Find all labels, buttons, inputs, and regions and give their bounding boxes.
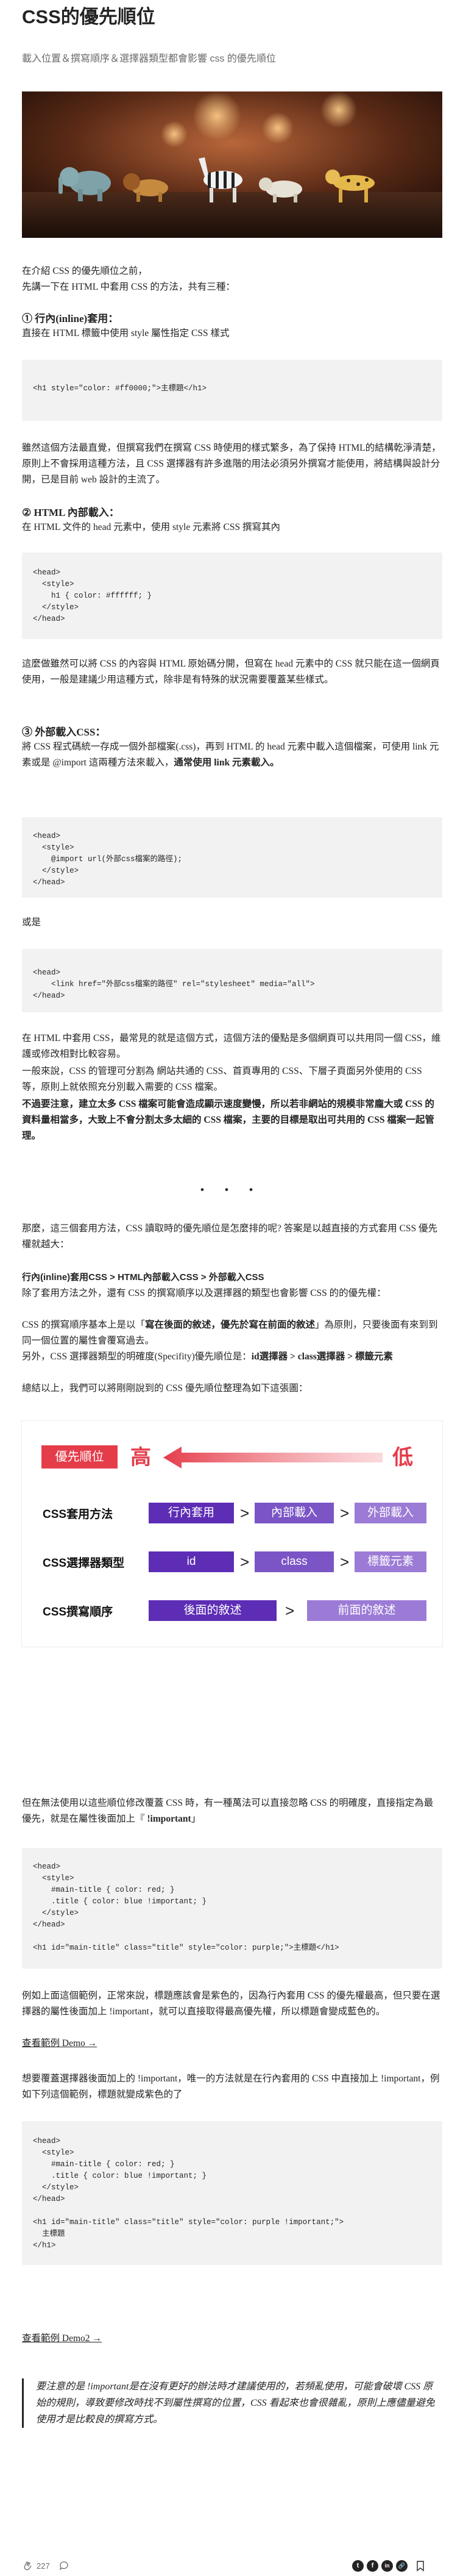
external-note-c: 不過要注意，建立太多 CSS 檔案可能會造成顯示速度變慢，所以若非網站的規模非常…: [22, 1099, 434, 1141]
comment-icon: [59, 2561, 68, 2571]
clap-count: 227: [37, 2561, 50, 2571]
bookmark-shape: [417, 2561, 424, 2572]
gt-sign: >: [240, 1553, 250, 1571]
gt-sign: >: [340, 1504, 350, 1522]
priority-diagram: 優先順位 高 低 CSS套用方法 行內套用 > 內部載入 > 外部載入 CSS選…: [22, 1421, 442, 1647]
diagram-row-selector: CSS選擇器類型 id > class > 標籤元素: [22, 1549, 442, 1573]
priority-arrow: [163, 1447, 383, 1469]
row-item: 行內套用: [149, 1503, 234, 1523]
row-item: 外部載入: [355, 1503, 426, 1523]
article: CSS的優先順位 載入位置＆撰寫順序＆選擇器類型都會影響 css 的優先順位 在…: [22, 0, 442, 2428]
priority-p4: 總結以上，我們可以將剛剛說到的 CSS 優先順位整理為如下這張圖：: [22, 1383, 308, 1394]
important-inline-code-block: <head> <style> #main-title { color: red;…: [22, 2121, 442, 2265]
page-title: CSS的優先順位: [22, 6, 155, 27]
diagram-row-order: CSS撰寫順序 後面的敘述 > 前面的敘述: [22, 1598, 442, 1622]
priority-p2: CSS 的撰寫順序基本上是以「寫在後面的敘述，優先於寫在前面的敘述」為原則，只要…: [22, 1317, 442, 1349]
clap-button[interactable]: 227: [22, 2560, 50, 2571]
priority-p3-emphasis: id選擇器 > class選擇器 > 標籤元素: [251, 1351, 393, 1362]
high-label: 高: [130, 1446, 151, 1469]
priority-badge: 優先順位: [41, 1445, 118, 1469]
gt-sign: >: [285, 1601, 295, 1620]
linkedin-icon[interactable]: in: [381, 2560, 393, 2572]
inline-heading: ① 行內(inline)套用：: [22, 313, 119, 324]
diagram-row-apply: CSS套用方法 行內套用 > 內部載入 > 外部載入: [22, 1500, 442, 1525]
row-label: CSS選擇器類型: [43, 1557, 125, 1570]
hero-illustration: [22, 91, 442, 238]
row-item: 標籤元素: [355, 1551, 426, 1572]
internal-note: 這麼做雖然可以將 CSS 的內容與 HTML 原始碼分開，但寫在 head 元素…: [22, 659, 440, 685]
comment-button[interactable]: [58, 2560, 73, 2571]
row-label: CSS撰寫順序: [43, 1606, 113, 1619]
twitter-icon[interactable]: t: [352, 2560, 364, 2572]
external-heading: ③ 外部載入CSS：: [22, 726, 106, 738]
row-item: 前面的敘述: [307, 1600, 426, 1621]
inline-note: 雖然這個方法最直覺，但撰寫我們在撰寫 CSS 時使用的樣式繁多，為了保持 HTM…: [22, 443, 441, 485]
section-separator: ・・・: [195, 1182, 269, 1198]
row-item: 後面的敘述: [149, 1600, 277, 1621]
clap-icon: [24, 2561, 32, 2571]
important-quote: 要注意的是 !important是在沒有更好的辦法時才建議使用的，若頻亂使用，可…: [22, 2378, 442, 2428]
inline-desc: 直接在 HTML 標籤中使用 style 屬性指定 CSS 樣式: [22, 328, 230, 338]
bookmark-icon[interactable]: [415, 2560, 425, 2574]
demo2-link[interactable]: 查看範例 Demo2 →: [22, 2331, 102, 2347]
row-item: class: [255, 1551, 334, 1572]
internal-heading: ② HTML 內部載入：: [22, 507, 119, 518]
page-subtitle: 載入位置＆撰寫順序＆選擇器類型都會影響 css 的優先順位: [22, 54, 276, 64]
external-desc-emphasis: 通常使用 link 元素載入。: [174, 757, 280, 768]
important-keyword: !important: [144, 1814, 191, 1824]
internal-desc: 在 HTML 文件的 head 元素中，使用 style 元素將 CSS 撰寫其…: [22, 522, 280, 532]
important-code-block: <head> <style> #main-title { color: red;…: [22, 1848, 442, 1969]
priority-p2-emphasis: 寫在後面的敘述，優先於寫在前面的敘述: [144, 1320, 315, 1330]
important-p1: 但在無法使用以這些順位修改覆蓋 CSS 時，有一種萬法可以直接忽略 CSS 的明…: [22, 1795, 442, 1827]
important-p1-a: 但在無法使用以這些順位修改覆蓋 CSS 時，有一種萬法可以直接忽略 CSS 的明…: [22, 1798, 434, 1824]
external-desc: 將 CSS 程式碼統一存成一個外部檔案(.css)，再到 HTML 的 head…: [22, 739, 442, 771]
important-p2: 例如上面這個範例，正常來說，標題應該會是紫色的，因為行內套用 CSS 的優先權最…: [22, 1991, 440, 2017]
demo-link[interactable]: 查看範例 Demo →: [22, 2036, 97, 2052]
priority-p1: 除了套用方法之外，還有 CSS 的撰寫順序以及選擇器的類型也會影響 CSS 的的…: [22, 1288, 386, 1298]
link-code-block: <head> <link href="外部css檔案的路徑" rel="styl…: [22, 949, 442, 1012]
low-label: 低: [392, 1446, 413, 1469]
external-note-a: 在 HTML 中套用 CSS，最常見的就是這個方式，這個方法的優點是多個網頁可以…: [22, 1033, 441, 1059]
priority-intro: 那麼，這三個套用方法，CSS 讀取時的優先順位是怎麼排的呢? 答案是以越直接的方…: [22, 1223, 438, 1250]
article-page: CSS的優先順位 載入位置＆撰寫順序＆選擇器類型都會影響 css 的優先順位 在…: [0, 0, 463, 2576]
gt-sign: >: [340, 1553, 350, 1571]
copy-link-icon[interactable]: 🔗: [396, 2560, 408, 2572]
priority-p3-a: 另外，CSS 選擇器類型的明確度(Specifity)優先順位是：: [22, 1351, 252, 1362]
row-item: id: [149, 1551, 234, 1572]
internal-code-block: <head> <style> h1 { color: #ffffff; } </…: [22, 553, 442, 639]
or-text: 或是: [22, 917, 41, 928]
priority-p3: 另外，CSS 選擇器類型的明確度(Specifity)優先順位是：id選擇器 >…: [22, 1349, 442, 1365]
gt-sign: >: [240, 1504, 250, 1522]
important-p3: 想要覆蓋選擇器後面加上的 !important，唯一的方法就是在行內套用的 CS…: [22, 2073, 440, 2100]
priority-p2-a: CSS 的撰寫順序基本上是以「: [22, 1320, 145, 1330]
row-label: CSS套用方法: [43, 1508, 113, 1521]
row-item: 內部載入: [255, 1503, 334, 1523]
footer-bar: 227 t f in 🔗: [0, 2560, 463, 2574]
important-p1-c: 」: [191, 1814, 201, 1824]
priority-order: 行內(inline)套用CSS > HTML內部載入CSS > 外部載入CSS: [22, 1272, 264, 1283]
inline-code-block: <h1 style="color: #ff0000;">主標題</h1>: [22, 360, 442, 421]
import-code-block: <head> <style> @import url(外部css檔案的路徑); …: [22, 817, 442, 898]
intro-line-1: 在介紹 CSS 的優先順位之前，: [22, 266, 147, 276]
external-note-b: 一般來說，CSS 的管理可分割為 網站共通的 CSS、首頁專用的 CSS、下層子…: [22, 1066, 422, 1092]
hero-image: [22, 91, 442, 238]
intro-line-2: 先講一下在 HTML 中套用 CSS 的方法，共有三種：: [22, 282, 235, 292]
facebook-icon[interactable]: f: [367, 2560, 378, 2572]
